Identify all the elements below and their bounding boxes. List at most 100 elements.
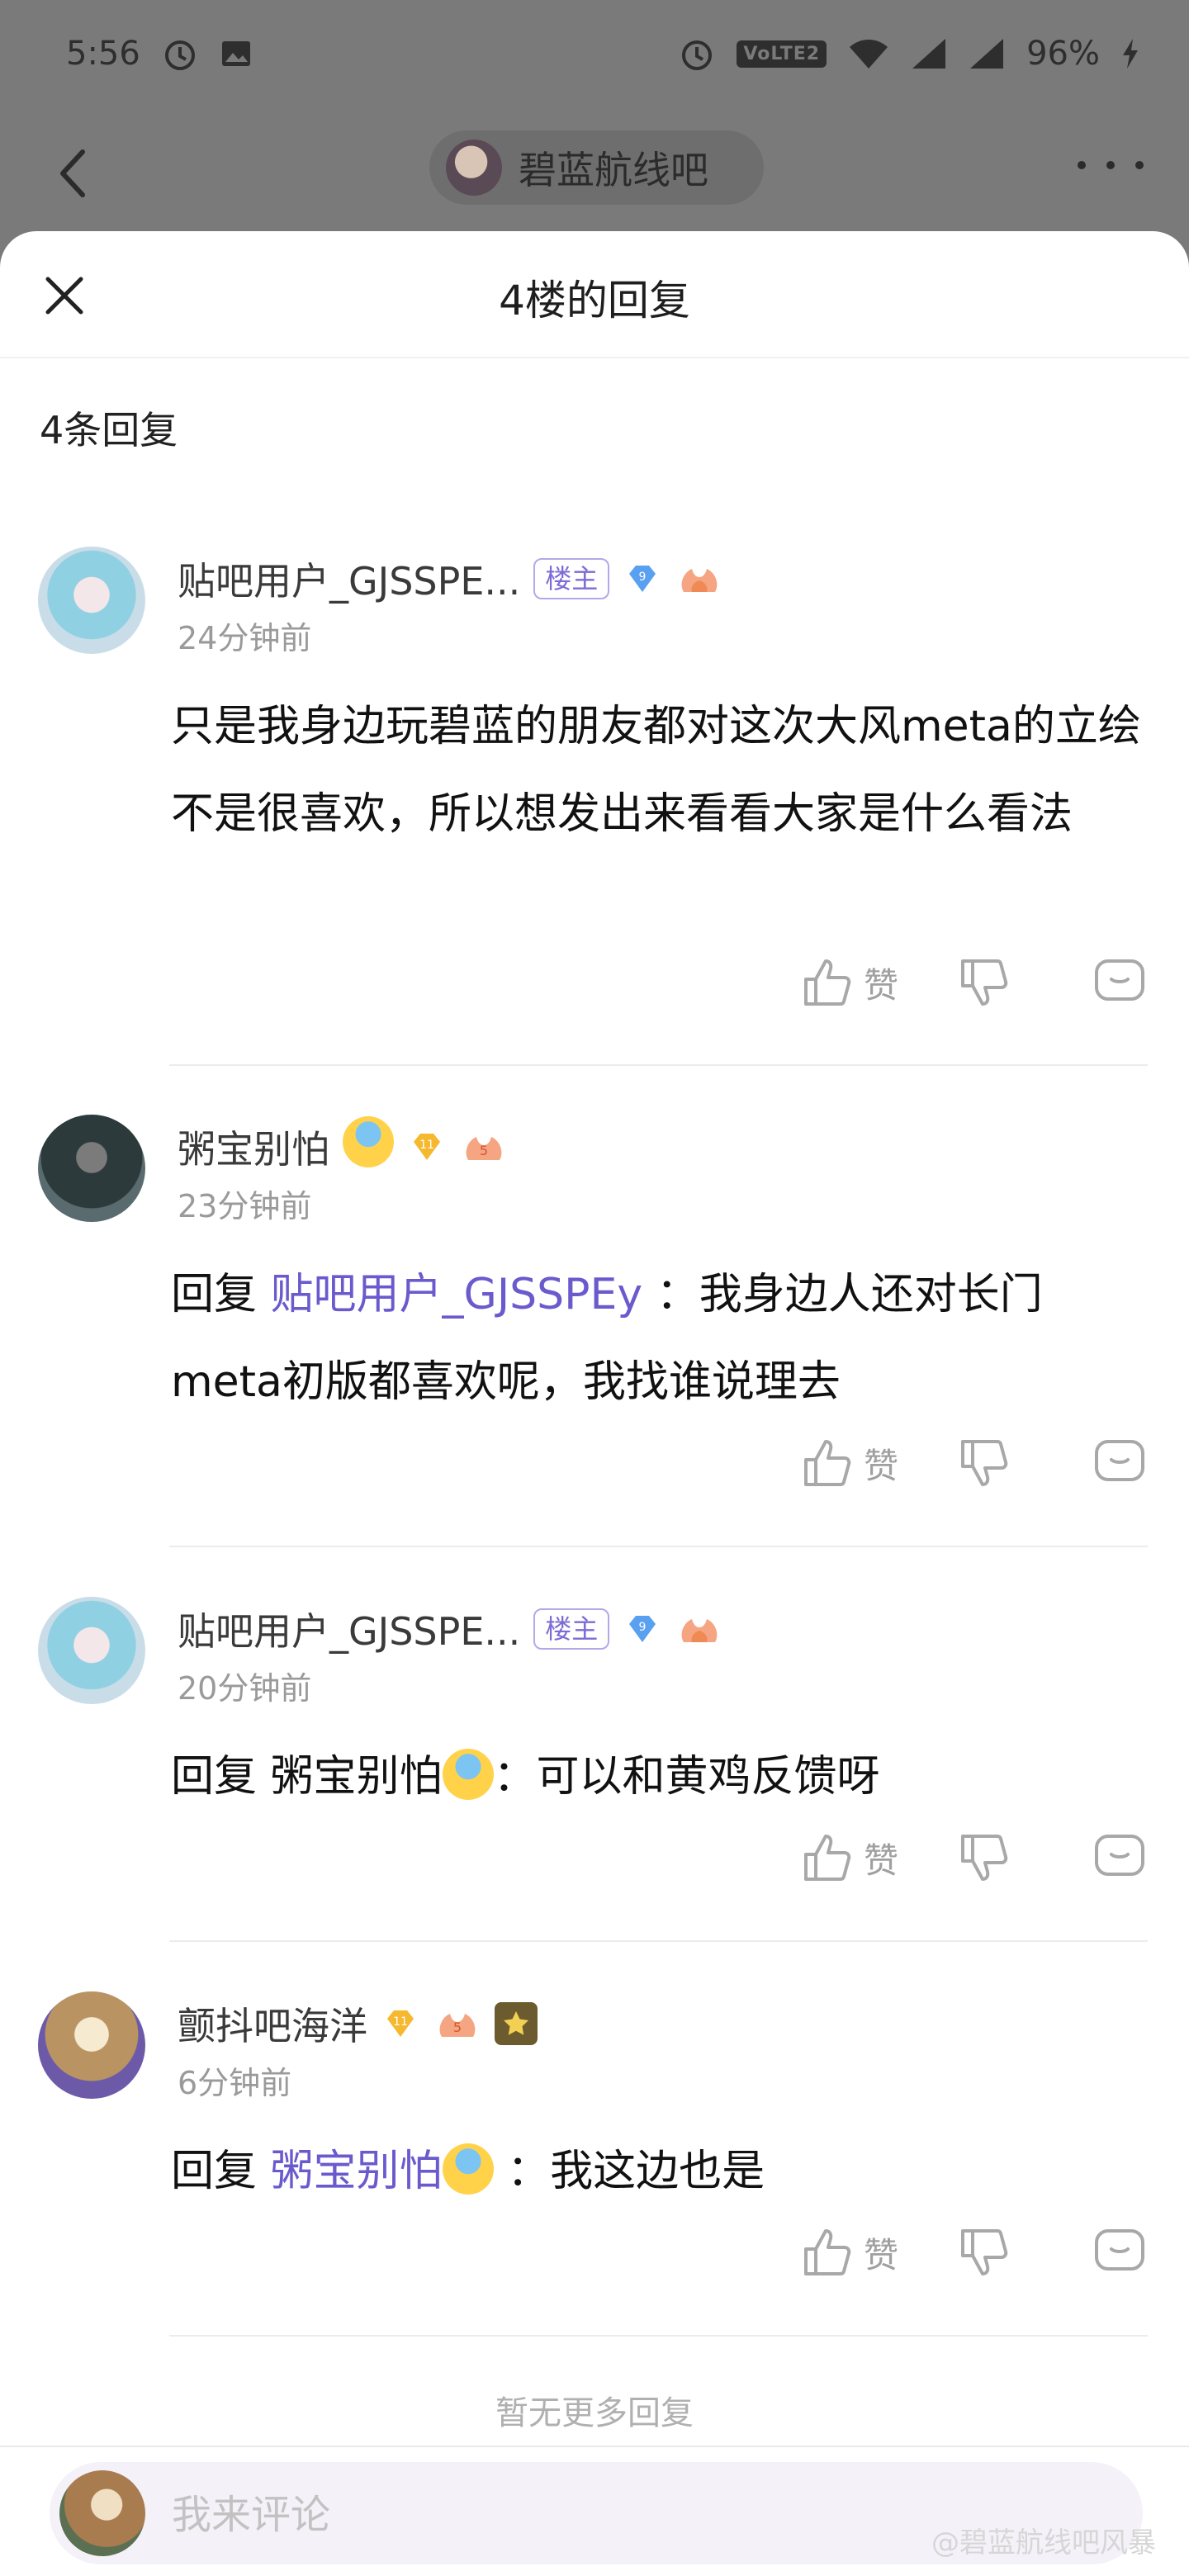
reply-to-name[interactable]: 粥宝别怕 xyxy=(271,1752,443,1802)
forum-avatar xyxy=(446,140,502,196)
reply-time: 6分钟前 xyxy=(178,2065,292,2101)
back-button[interactable] xyxy=(50,140,99,206)
host-badge: 楼主 xyxy=(533,1608,610,1650)
chevron-left-icon xyxy=(60,149,85,197)
reply-actions: 赞 xyxy=(801,1825,1148,1891)
reply-content: 回复 贴吧用户_GJSSPEy ：我身边人还对长门meta初版都喜欢呢，我找谁说… xyxy=(171,1251,1153,1426)
avatar[interactable] xyxy=(38,1597,145,1704)
diamond-level-icon: 11 xyxy=(414,1134,440,1160)
dislike-button[interactable] xyxy=(958,949,1011,1016)
status-time: 5:56 xyxy=(66,35,140,73)
status-bar: 5:56 VoLTE2 96% xyxy=(0,0,1189,107)
reply-actions: 赞 xyxy=(801,1430,1148,1496)
sheet-title: 4楼的回复 xyxy=(499,277,690,324)
divider xyxy=(169,2335,1148,2337)
wifi-icon xyxy=(848,37,889,70)
like-button[interactable]: 赞 xyxy=(801,949,898,1016)
reply-prefix: 回复 xyxy=(171,2147,271,2196)
reply-time: 24分钟前 xyxy=(178,620,312,656)
reply-item: 粥宝别怕 11 5 23分钟前 回复 贴吧用户_GJSSPEy ：我身边人还对长… xyxy=(0,1115,1189,1577)
like-button[interactable]: 赞 xyxy=(801,1825,898,1891)
reply-item: 贴吧用户_GJSSPE... 楼主 9 24分钟前 只是我身边玩碧蓝的朋友都对这… xyxy=(0,547,1189,1066)
comment-icon xyxy=(1095,2229,1144,2271)
flame-badge-icon xyxy=(681,1619,718,1642)
level-text: 9 xyxy=(639,1621,647,1634)
replies-sheet: 4楼的回复 4条回复 贴吧用户_GJSSPE... 楼主 9 24分钟前 只是我… xyxy=(0,231,1189,2576)
thumbs-up-icon xyxy=(804,1835,851,1881)
scream-emoji-icon xyxy=(343,1116,394,1167)
reply-content: 只是我身边玩碧蓝的朋友都对这次大风meta的立绘不是很喜欢，所以想发出来看看大家… xyxy=(171,702,1141,839)
comment-icon xyxy=(1095,1440,1144,1481)
thumbs-down-icon xyxy=(961,2229,1008,2275)
thumbs-down-icon xyxy=(961,959,1008,1006)
dislike-button[interactable] xyxy=(958,1825,1011,1891)
like-label: 赞 xyxy=(864,1840,899,1881)
comment-icon xyxy=(1095,1835,1144,1876)
level-text: 11 xyxy=(419,1139,434,1152)
comment-bar: 我来评论 @碧蓝航线吧风暴 xyxy=(0,2446,1189,2576)
reply-text: ：可以和黄鸡反馈呀 xyxy=(493,1752,880,1802)
comment-placeholder: 我来评论 xyxy=(172,2492,331,2538)
reply-to-link[interactable]: 粥宝别怕 xyxy=(271,2147,443,2196)
thumbs-down-icon xyxy=(961,1835,1008,1881)
forum-name: 碧蓝航线吧 xyxy=(519,148,708,192)
star-badge-icon xyxy=(495,2002,538,2045)
username[interactable]: 粥宝别怕 xyxy=(178,1120,329,1174)
diamond-level-icon: 11 xyxy=(387,2010,414,2037)
alarm-icon xyxy=(679,36,715,72)
diamond-level-icon: 9 xyxy=(629,1616,656,1642)
flame-badge-icon xyxy=(681,569,718,592)
thumbs-down-icon xyxy=(961,1440,1008,1486)
avatar[interactable] xyxy=(38,547,145,654)
my-avatar xyxy=(59,2470,145,2556)
like-button[interactable]: 赞 xyxy=(801,1430,898,1496)
more-options-icon[interactable] xyxy=(1078,149,1144,182)
dislike-button[interactable] xyxy=(958,2219,1011,2285)
reply-button[interactable] xyxy=(1092,1430,1148,1496)
reply-button[interactable] xyxy=(1092,949,1148,1016)
reply-text: ：我这边也是 xyxy=(493,2147,765,2196)
gallery-icon xyxy=(220,37,253,70)
scream-emoji-icon xyxy=(442,2143,494,2195)
no-more-replies: 暂无更多回复 xyxy=(495,2394,694,2432)
diamond-level-icon: 9 xyxy=(629,566,656,592)
level-text: 11 xyxy=(393,2015,408,2029)
flame-badge-icon: 5 xyxy=(439,2014,476,2037)
like-label: 赞 xyxy=(864,964,899,1006)
charging-icon xyxy=(1121,37,1139,70)
scream-emoji-icon xyxy=(442,1749,494,1800)
reply-button[interactable] xyxy=(1092,2219,1148,2285)
reply-time: 23分钟前 xyxy=(178,1188,312,1224)
reply-time: 20分钟前 xyxy=(178,1670,312,1707)
reply-item: 颤抖吧海洋 11 5 6分钟前 回复 粥宝别怕 ：我这边也是 赞 xyxy=(0,1991,1189,2388)
avatar[interactable] xyxy=(38,1115,145,1222)
signal-icon xyxy=(911,37,947,70)
username[interactable]: 贴吧用户_GJSSPE... xyxy=(178,552,520,606)
reply-button[interactable] xyxy=(1092,1825,1148,1891)
forum-header: 碧蓝航线吧 xyxy=(0,107,1189,231)
reply-prefix: 回复 xyxy=(171,1752,271,1802)
signal-icon xyxy=(969,37,1005,70)
forum-pill[interactable]: 碧蓝航线吧 xyxy=(429,130,764,205)
divider xyxy=(169,1546,1148,1547)
reply-content: 回复 粥宝别怕 ：我这边也是 xyxy=(171,2128,1153,2215)
like-label: 赞 xyxy=(864,2234,899,2275)
flame-level-text: 5 xyxy=(480,1143,488,1158)
reply-actions: 赞 xyxy=(801,2219,1148,2285)
like-button[interactable]: 赞 xyxy=(801,2219,898,2285)
comment-icon xyxy=(1095,959,1144,1001)
sheet-header: 4楼的回复 xyxy=(0,231,1189,358)
like-label: 赞 xyxy=(864,1445,899,1486)
thumbs-up-icon xyxy=(804,1440,851,1486)
avatar[interactable] xyxy=(38,1991,145,2099)
divider xyxy=(169,1064,1148,1066)
dislike-button[interactable] xyxy=(958,1430,1011,1496)
flame-badge-icon: 5 xyxy=(466,1137,502,1160)
alarm-icon xyxy=(162,36,198,72)
level-text: 9 xyxy=(639,571,647,584)
username[interactable]: 颤抖吧海洋 xyxy=(178,1996,367,2051)
flame-level-text: 5 xyxy=(453,2020,462,2035)
reply-to-link[interactable]: 贴吧用户_GJSSPEy xyxy=(271,1270,643,1319)
username[interactable]: 贴吧用户_GJSSPE... xyxy=(178,1602,520,1656)
reply-content: 回复 粥宝别怕 ：可以和黄鸡反馈呀 xyxy=(171,1733,1153,1821)
